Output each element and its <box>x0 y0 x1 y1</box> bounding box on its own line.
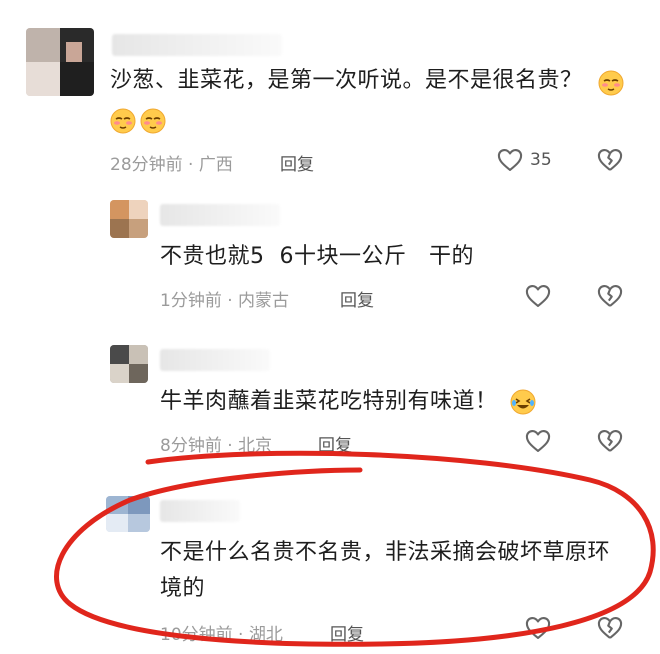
heart-outline-icon[interactable] <box>524 427 552 455</box>
avatar[interactable] <box>106 496 150 532</box>
blushing-face-emoji <box>598 70 624 96</box>
username-blurred[interactable] <box>160 500 240 522</box>
comment-meta: 1分钟前 · 内蒙古 <box>160 291 290 311</box>
broken-heart-icon[interactable] <box>596 614 624 642</box>
reply-comment-item: 牛羊肉蘸着韭菜花吃特别有味道！ 8分钟前 · 北京 回复 <box>0 335 660 465</box>
comment-text-line2: 境的 <box>160 576 206 601</box>
heart-outline-icon[interactable] <box>524 282 552 310</box>
laughing-tears-emoji <box>510 389 536 415</box>
reply-comment-item: 不贵也就5 6十块一公斤 干的 1分钟前 · 内蒙古 回复 <box>0 190 660 320</box>
avatar[interactable] <box>110 345 148 383</box>
avatar[interactable] <box>110 200 148 238</box>
username-blurred[interactable] <box>160 204 280 226</box>
comment-meta: 28分钟前 · 广西 <box>110 155 233 175</box>
blushing-face-emoji <box>140 108 166 134</box>
reply-button[interactable]: 回复 <box>280 150 314 175</box>
like-count: 35 <box>530 150 552 170</box>
avatar[interactable] <box>26 28 94 96</box>
comment-item: 沙葱、韭菜花，是第一次听说。是不是很名贵？ 28分钟前 · 广西 回复 35 <box>0 0 660 190</box>
comment-meta: 10分钟前 · 湖北 <box>160 625 283 645</box>
heart-outline-icon[interactable] <box>496 146 524 174</box>
comment-text: 牛羊肉蘸着韭菜花吃特别有味道！ <box>160 389 498 414</box>
broken-heart-icon[interactable] <box>596 427 624 455</box>
broken-heart-icon[interactable] <box>596 282 624 310</box>
reply-button[interactable]: 回复 <box>318 431 352 456</box>
username-blurred[interactable] <box>112 34 282 56</box>
reply-button[interactable]: 回复 <box>340 286 374 311</box>
blushing-face-emoji <box>110 108 136 134</box>
comment-text-line1: 不是什么名贵不名贵，非法采摘会破坏草原环 <box>160 540 611 565</box>
reply-comment-item: 不是什么名贵不名贵，非法采摘会破坏草原环 境的 10分钟前 · 湖北 回复 <box>0 488 660 654</box>
username-blurred[interactable] <box>160 349 270 371</box>
comment-text: 不贵也就5 6十块一公斤 干的 <box>160 244 474 269</box>
broken-heart-icon[interactable] <box>596 146 624 174</box>
heart-outline-icon[interactable] <box>524 614 552 642</box>
reply-button[interactable]: 回复 <box>330 620 364 645</box>
comment-text: 沙葱、韭菜花，是第一次听说。是不是很名贵？ <box>110 68 583 93</box>
comment-meta: 8分钟前 · 北京 <box>160 436 273 456</box>
